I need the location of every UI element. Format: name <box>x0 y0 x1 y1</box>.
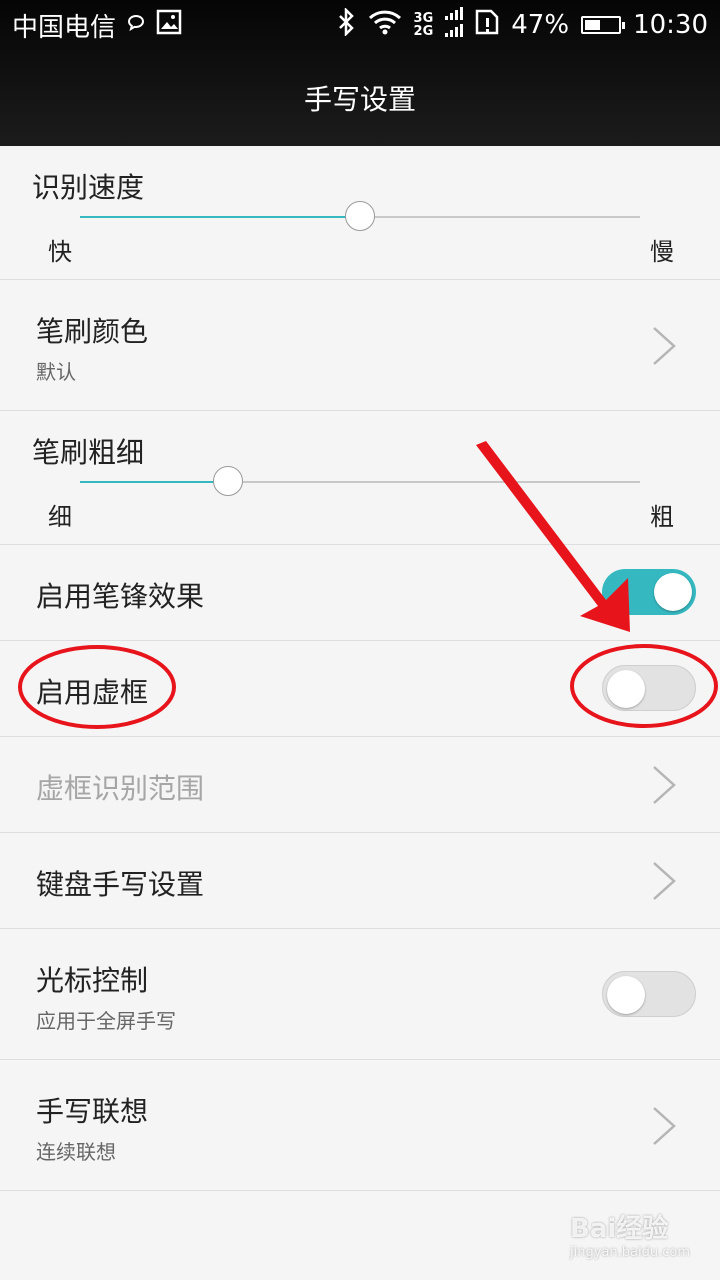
chevron-right-icon <box>653 327 676 365</box>
message-icon <box>126 10 146 40</box>
carrier-name: 中国电信 <box>12 12 117 43</box>
brush-thickness-slider[interactable] <box>80 466 640 496</box>
handwriting-association-value: 连续联想 <box>36 1140 116 1164</box>
status-bar-left: 中国电信 <box>12 8 182 43</box>
toggle-knob <box>607 670 645 708</box>
brush-color-label: 笔刷颜色 <box>36 315 149 348</box>
setting-keyboard-handwriting[interactable]: 键盘手写设置 <box>0 833 720 929</box>
network-type-bottom: 2G <box>413 24 434 39</box>
chevron-right-icon <box>653 766 676 804</box>
setting-handwriting-association[interactable]: 手写联想 连续联想 <box>0 1060 720 1191</box>
wifi-icon <box>368 9 402 42</box>
brush-thickness-slider-thumb[interactable] <box>213 466 244 496</box>
chevron-right-icon <box>653 1107 676 1145</box>
setting-brush-color[interactable]: 笔刷颜色 默认 <box>0 280 720 411</box>
brush-thickness-slider-fill <box>80 481 229 483</box>
battery-percent: 47% <box>511 10 570 40</box>
virtual-frame-range-label: 虚框识别范围 <box>36 772 205 805</box>
battery-icon <box>581 16 626 34</box>
toggle-knob <box>607 976 645 1014</box>
setting-cursor-control[interactable]: 光标控制 应用于全屏手写 <box>0 929 720 1060</box>
toggle-knob <box>654 573 692 611</box>
status-bar-right: 3G 2G 47% 10:30 <box>336 6 708 44</box>
sim-alert-icon <box>475 9 499 42</box>
recognition-speed-slider[interactable] <box>80 201 640 231</box>
recognition-speed-max-label: 慢 <box>650 238 674 266</box>
app-header: 中国电信 3G 2G 47% 10:30 手写设置 <box>0 0 720 146</box>
virtual-frame-label: 启用虚框 <box>36 676 149 709</box>
signal-icon <box>445 6 464 44</box>
watermark-url: jingyan.baidu.com <box>570 1245 690 1260</box>
recognition-speed-min-label: 快 <box>48 238 72 266</box>
recognition-speed-label: 识别速度 <box>32 171 145 204</box>
network-type: 3G 2G <box>414 12 434 38</box>
pen-tip-effect-label: 启用笔锋效果 <box>36 580 205 613</box>
clock: 10:30 <box>633 10 708 40</box>
watermark: Bai经验 jingyan.baidu.com <box>570 1208 690 1260</box>
setting-virtual-frame-range[interactable]: 虚框识别范围 <box>0 737 720 833</box>
setting-virtual-frame[interactable]: 启用虚框 <box>0 641 720 737</box>
recognition-speed-slider-fill <box>80 216 360 218</box>
setting-brush-thickness: 笔刷粗细 细 粗 <box>0 411 720 545</box>
chevron-right-icon <box>653 862 676 900</box>
bluetooth-icon <box>336 6 356 43</box>
brush-thickness-max-label: 粗 <box>650 503 674 531</box>
handwriting-association-label: 手写联想 <box>36 1095 149 1128</box>
battery-level-fill <box>585 20 601 30</box>
watermark-text: Bai经验 <box>570 1214 669 1244</box>
setting-recognition-speed: 识别速度 快 慢 <box>0 146 720 280</box>
keyboard-handwriting-label: 键盘手写设置 <box>36 868 205 901</box>
brush-thickness-label: 笔刷粗细 <box>32 436 145 469</box>
virtual-frame-toggle[interactable] <box>602 665 696 711</box>
setting-pen-tip-effect[interactable]: 启用笔锋效果 <box>0 545 720 641</box>
brush-color-value: 默认 <box>36 360 76 384</box>
page-title: 手写设置 <box>303 83 416 116</box>
cursor-control-toggle[interactable] <box>602 971 696 1017</box>
brush-thickness-min-label: 细 <box>48 503 72 531</box>
pen-tip-effect-toggle[interactable] <box>602 569 696 615</box>
cursor-control-sub: 应用于全屏手写 <box>36 1009 176 1033</box>
cursor-control-label: 光标控制 <box>36 964 149 997</box>
recognition-speed-slider-thumb[interactable] <box>345 201 375 231</box>
image-icon <box>156 9 182 42</box>
